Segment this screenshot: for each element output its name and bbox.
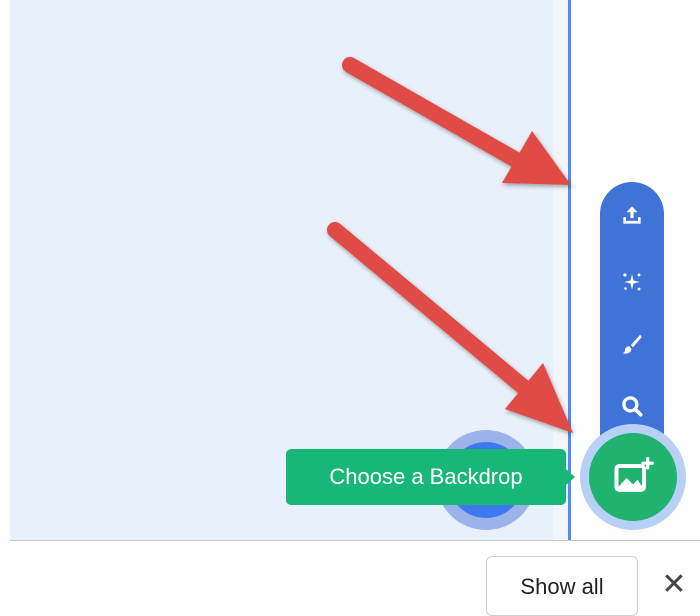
paint-icon xyxy=(622,334,642,354)
search-icon xyxy=(622,396,643,417)
tooltip-label: Choose a Backdrop xyxy=(329,464,523,489)
show-all-button[interactable]: Show all xyxy=(486,556,638,616)
tooltip-pointer xyxy=(566,469,575,485)
search-backdrop-button[interactable] xyxy=(600,384,664,428)
upload-backdrop-button[interactable] xyxy=(600,194,664,238)
show-all-label: Show all xyxy=(520,574,604,599)
surprise-backdrop-button[interactable] xyxy=(600,260,664,304)
paint-backdrop-button[interactable] xyxy=(600,322,664,366)
editor-bottom-border xyxy=(10,540,700,541)
surprise-icon xyxy=(623,273,641,291)
close-icon[interactable]: ✕ xyxy=(656,570,692,606)
close-label: ✕ xyxy=(661,568,687,601)
backdrop-image-icon xyxy=(614,457,654,492)
upload-icon xyxy=(623,206,641,224)
choose-backdrop-tooltip: Choose a Backdrop xyxy=(286,449,566,505)
choose-backdrop-button[interactable] xyxy=(589,433,677,521)
